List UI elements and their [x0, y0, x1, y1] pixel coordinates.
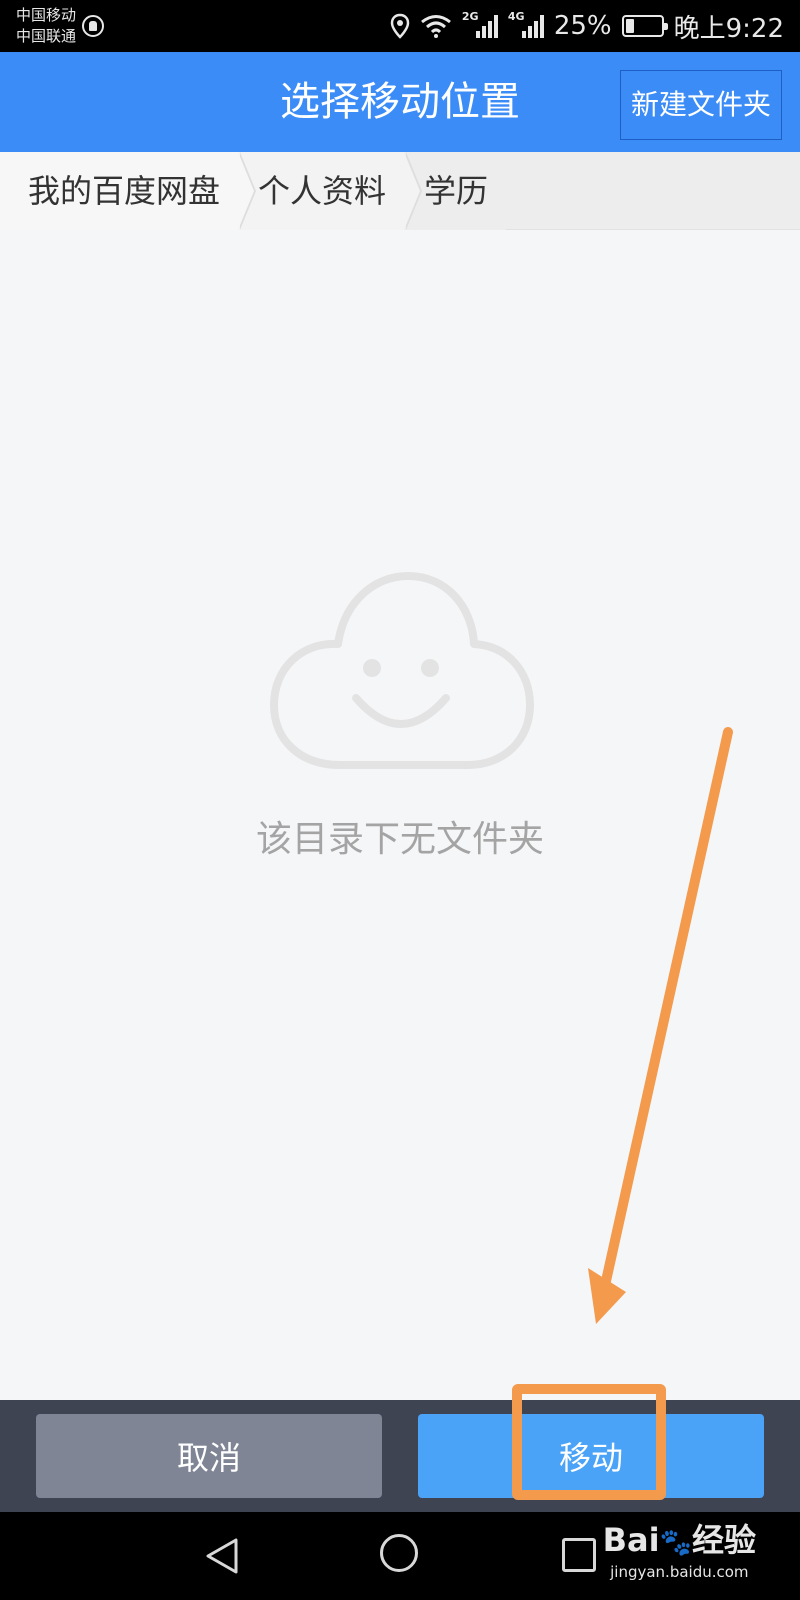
empty-state: 该目录下无文件夹 — [0, 560, 800, 862]
action-bar: 取消 移动 — [0, 1400, 800, 1512]
navigation-bar: Bai🐾经验 jingyan.baidu.com — [0, 1512, 800, 1600]
hand-icon — [82, 15, 105, 37]
status-bar: 中国移动 中国联通 2G 4G 25% 晚上9:22 — [0, 0, 800, 52]
watermark-logo-suffix: 经验 — [691, 1521, 756, 1559]
breadcrumb: 我的百度网盘 个人资料 学历 — [0, 152, 800, 230]
status-indicators: 2G 4G 25% 晚上9:22 — [390, 8, 784, 45]
home-icon[interactable] — [380, 1534, 418, 1572]
carrier-1: 中国移动 — [16, 6, 77, 24]
title-bar: 选择移动位置 新建文件夹 — [0, 52, 800, 152]
breadcrumb-item-root[interactable]: 我的百度网盘 — [0, 152, 257, 230]
location-icon — [390, 13, 410, 39]
watermark-url: jingyan.baidu.com — [610, 1563, 749, 1581]
carrier-2: 中国联通 — [16, 27, 77, 45]
new-folder-button[interactable]: 新建文件夹 — [620, 70, 782, 140]
back-icon[interactable] — [204, 1536, 240, 1576]
clock: 晚上9:22 — [673, 13, 784, 44]
cancel-button[interactable]: 取消 — [36, 1414, 382, 1498]
network-type-1: 2G — [461, 10, 479, 23]
battery-icon — [621, 15, 668, 37]
signal-icon-2: 4G — [508, 10, 544, 38]
signal-icon-1: 2G — [462, 10, 498, 38]
watermark-logo: Bai🐾经验 — [603, 1520, 756, 1563]
recent-apps-icon[interactable] — [562, 1538, 596, 1572]
watermark-logo-text: Bai — [602, 1521, 660, 1559]
paw-icon: 🐾 — [659, 1528, 692, 1558]
empty-message: 该目录下无文件夹 — [255, 819, 544, 860]
network-type-2: 4G — [507, 10, 525, 23]
battery-percent: 25% — [553, 11, 612, 41]
baidu-jingyan-watermark: Bai🐾经验 jingyan.baidu.com — [603, 1520, 756, 1581]
wifi-icon — [420, 14, 452, 38]
move-button[interactable]: 移动 — [418, 1414, 764, 1498]
carrier-info: 中国移动 中国联通 — [16, 5, 76, 47]
cloud-smile-icon — [270, 572, 534, 769]
breadcrumb-item-personal[interactable]: 个人资料 — [238, 152, 423, 230]
